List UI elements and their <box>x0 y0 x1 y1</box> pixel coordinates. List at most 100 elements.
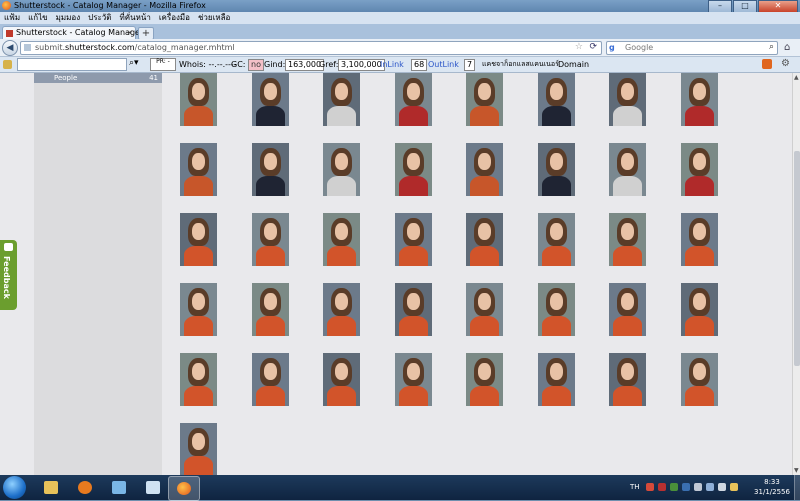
photo-thumbnail[interactable] <box>394 283 432 336</box>
tray-status-icon[interactable] <box>670 483 678 491</box>
photo-thumbnail[interactable] <box>323 73 360 126</box>
tray-network-icon[interactable] <box>706 483 714 491</box>
photo-thumbnail[interactable] <box>180 353 217 406</box>
language-indicator[interactable]: TH <box>630 483 640 491</box>
search-icon[interactable]: ⌕ <box>769 42 774 52</box>
photo-thumbnail[interactable] <box>180 213 217 266</box>
menu-history[interactable]: ประวัติ <box>84 12 115 24</box>
menu-help[interactable]: ช่วยเหลือ <box>194 12 234 24</box>
shutterstock-favicon-icon <box>6 30 13 37</box>
photo-thumbnail[interactable] <box>251 143 289 196</box>
photo-thumbnail[interactable] <box>323 213 360 266</box>
photo-thumbnail[interactable] <box>609 283 646 336</box>
photo-thumbnail[interactable] <box>180 283 217 336</box>
photo-thumbnail[interactable] <box>466 73 503 126</box>
toolbar-addon-icon[interactable] <box>762 59 772 69</box>
photo-thumbnail[interactable] <box>466 353 503 406</box>
feedback-tab[interactable]: Feedback <box>0 240 17 310</box>
toolbar-search-input[interactable] <box>17 58 127 71</box>
back-button[interactable]: ◀ <box>2 40 18 56</box>
photo-thumbnail[interactable] <box>609 353 646 406</box>
home-icon[interactable]: ⌂ <box>784 42 790 53</box>
photo-thumbnail[interactable] <box>680 143 718 196</box>
sidebar-item-people[interactable]: People 41 <box>34 73 162 83</box>
menu-view[interactable]: มุมมอง <box>52 12 85 24</box>
photo-thumbnail[interactable] <box>680 213 718 266</box>
tray-antivirus-icon[interactable] <box>658 483 666 491</box>
thai-menu-label[interactable]: แคชจาก็อกแลสแคนเนอร์ <box>482 58 559 71</box>
gear-icon[interactable]: ⚙ <box>781 58 790 69</box>
google-icon[interactable]: g <box>609 43 615 52</box>
page-scrollbar[interactable]: ▲ ▼ <box>792 73 800 475</box>
outlink-value[interactable]: 7 <box>464 59 476 71</box>
address-bar[interactable]: submit.shutterstock.com/catalog_manager.… <box>20 41 602 55</box>
photo-thumbnail[interactable] <box>466 143 503 196</box>
photo-thumbnail[interactable] <box>537 143 575 196</box>
menu-bookmarks[interactable]: ที่คั่นหน้า <box>115 12 154 24</box>
domain-menu[interactable]: Domain <box>558 58 589 71</box>
menu-file[interactable]: แฟ้ม <box>0 12 24 24</box>
tab-close-icon[interactable]: × <box>126 28 133 37</box>
tray-flag-icon[interactable] <box>694 483 702 491</box>
pagerank-badge[interactable]: PR: - <box>150 58 176 71</box>
photo-thumbnail[interactable] <box>180 143 217 196</box>
photo-thumbnail[interactable] <box>180 73 217 126</box>
show-desktop-button[interactable] <box>794 475 800 500</box>
tray-volume-icon[interactable] <box>718 483 726 491</box>
tab-catalog-manager[interactable]: Shutterstock - Catalog Manager × <box>2 26 143 40</box>
menu-tools[interactable]: เครื่องมือ <box>155 12 194 24</box>
inlink-value[interactable]: 68 <box>411 59 428 71</box>
photo-thumbnail[interactable] <box>394 353 432 406</box>
photo-thumbnail[interactable] <box>609 213 646 266</box>
photo-thumbnail[interactable] <box>466 213 503 266</box>
photo-thumbnail[interactable] <box>323 283 360 336</box>
photo-thumbnail[interactable] <box>609 143 646 196</box>
taskbar-window-button[interactable] <box>138 476 168 499</box>
photo-thumbnail[interactable] <box>251 73 289 126</box>
scroll-up-icon[interactable]: ▲ <box>794 74 799 81</box>
search-box[interactable]: g Google ⌕ <box>606 41 778 55</box>
site-identity-icon[interactable] <box>24 44 31 51</box>
photo-thumbnail[interactable] <box>680 353 718 406</box>
taskbar-firefox-button[interactable] <box>168 476 200 501</box>
photo-thumbnail[interactable] <box>394 143 432 196</box>
scroll-down-icon[interactable]: ▼ <box>794 467 799 474</box>
photo-thumbnail[interactable] <box>466 283 503 336</box>
start-button[interactable] <box>3 476 26 499</box>
scrollbar-thumb[interactable] <box>794 151 800 366</box>
photo-thumbnail[interactable] <box>251 283 289 336</box>
photo-thumbnail[interactable] <box>537 283 575 336</box>
gc-value[interactable]: no <box>248 59 264 71</box>
photo-thumbnail[interactable] <box>680 73 718 126</box>
photo-thumbnail[interactable] <box>394 73 432 126</box>
tray-app-icon[interactable] <box>646 483 654 491</box>
taskbar-mediaplayer-button[interactable] <box>70 476 100 499</box>
photo-thumbnail[interactable] <box>180 423 217 475</box>
photo-thumbnail[interactable] <box>680 283 718 336</box>
outlink-label: OutLink <box>428 60 459 69</box>
photo-thumbnail[interactable] <box>537 213 575 266</box>
photo-thumbnail[interactable] <box>609 73 646 126</box>
tray-bluetooth-icon[interactable] <box>682 483 690 491</box>
photo-thumbnail[interactable] <box>323 353 360 406</box>
address-text[interactable]: submit.shutterstock.com/catalog_manager.… <box>35 43 235 52</box>
clock-time: 8:33 <box>764 478 780 486</box>
menu-edit[interactable]: แก้ไข <box>24 12 52 24</box>
toolbar-search-icon[interactable]: ⌕▾ <box>129 58 139 68</box>
clock[interactable]: 8:33 31/1/2556 <box>752 477 792 497</box>
photo-thumbnail[interactable] <box>394 213 432 266</box>
gref-value[interactable]: 3,100,000 <box>338 59 385 71</box>
photo-thumbnail[interactable] <box>323 143 360 196</box>
taskbar-app-button[interactable] <box>104 476 134 499</box>
tray-power-icon[interactable] <box>730 483 738 491</box>
photo-thumbnail[interactable] <box>251 353 289 406</box>
whois-label[interactable]: Whois: --.--.---- <box>179 58 237 71</box>
seo-toolbar: ⌕▾ PR: - Whois: --.--.---- GC: no Gind: … <box>0 57 800 73</box>
photo-thumbnail[interactable] <box>537 73 575 126</box>
photo-thumbnail[interactable] <box>251 213 289 266</box>
photo-thumbnail[interactable] <box>537 353 575 406</box>
toolbar-logo-icon[interactable] <box>3 60 12 69</box>
bookmark-star-icon[interactable]: ☆ <box>575 42 583 52</box>
taskbar-explorer-button[interactable] <box>36 476 66 499</box>
reload-icon[interactable]: ⟳ <box>589 42 597 52</box>
